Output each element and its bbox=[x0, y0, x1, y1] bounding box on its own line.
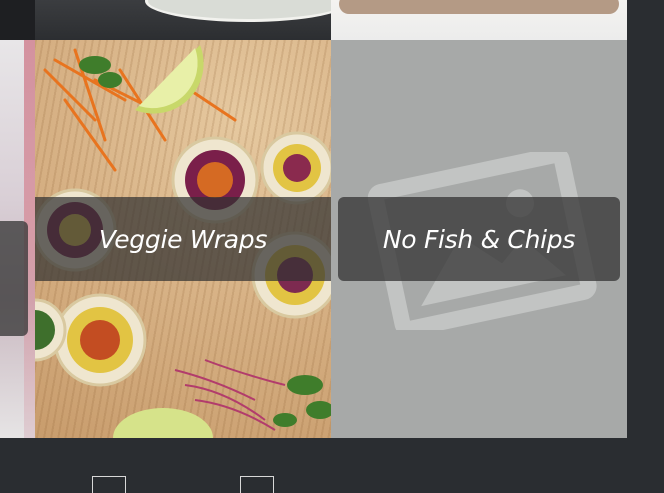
recipe-tile-veggie-wraps[interactable]: Veggie Wraps bbox=[35, 40, 331, 438]
tile-label-no-fish-chips: No Fish & Chips bbox=[338, 197, 620, 281]
tile-label-veggie-wraps: Veggie Wraps bbox=[35, 197, 331, 281]
footer bbox=[0, 438, 664, 493]
right-gutter bbox=[627, 0, 664, 438]
recipe-tile-partial[interactable] bbox=[0, 40, 35, 438]
recipe-tile-top-plate[interactable] bbox=[35, 0, 331, 40]
recipe-tile-no-fish-chips[interactable]: No Fish & Chips bbox=[331, 40, 627, 438]
tile-label-partial bbox=[0, 221, 28, 336]
board-image bbox=[339, 0, 619, 14]
pager-button[interactable] bbox=[240, 476, 274, 493]
pager-button[interactable] bbox=[92, 476, 126, 493]
recipe-tile-top-board[interactable] bbox=[331, 0, 627, 40]
plate-image bbox=[145, 0, 331, 22]
recipe-tile-top-left[interactable] bbox=[0, 0, 35, 40]
